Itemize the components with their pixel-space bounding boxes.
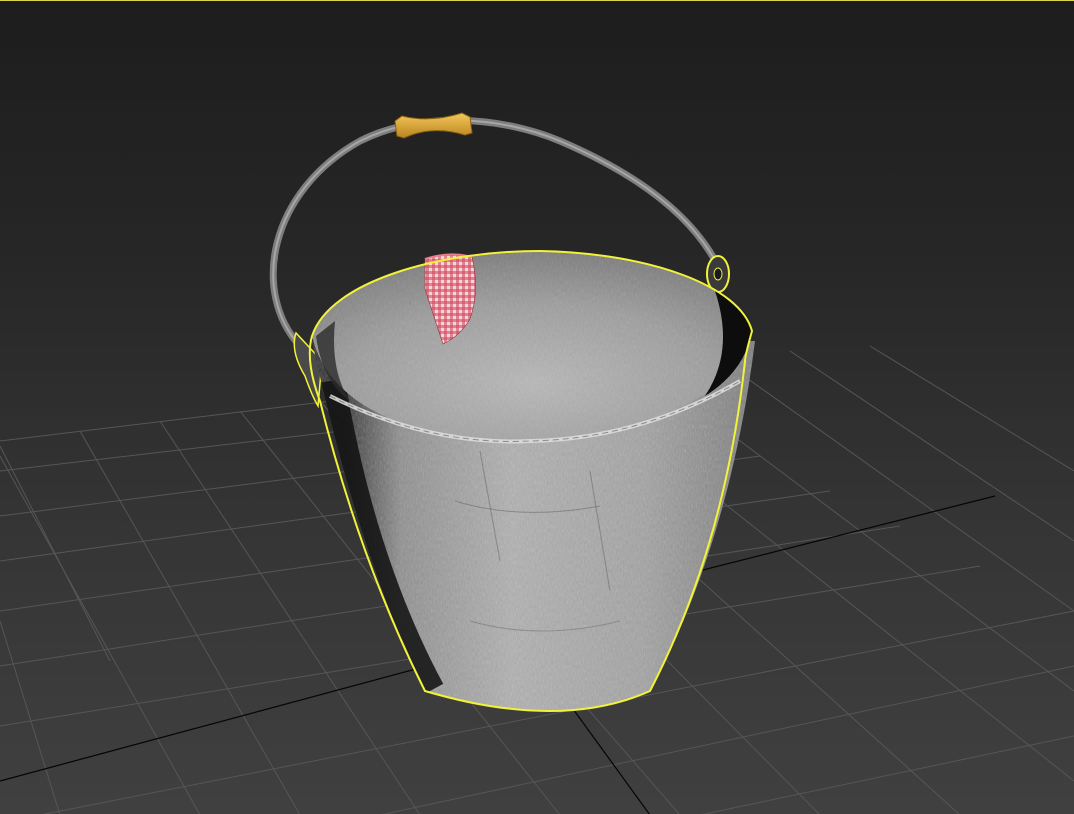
bucket[interactable] bbox=[300, 249, 770, 731]
3d-viewport[interactable] bbox=[0, 0, 1074, 814]
viewport-canvas[interactable] bbox=[0, 1, 1074, 814]
handle-grip[interactable] bbox=[394, 112, 473, 139]
